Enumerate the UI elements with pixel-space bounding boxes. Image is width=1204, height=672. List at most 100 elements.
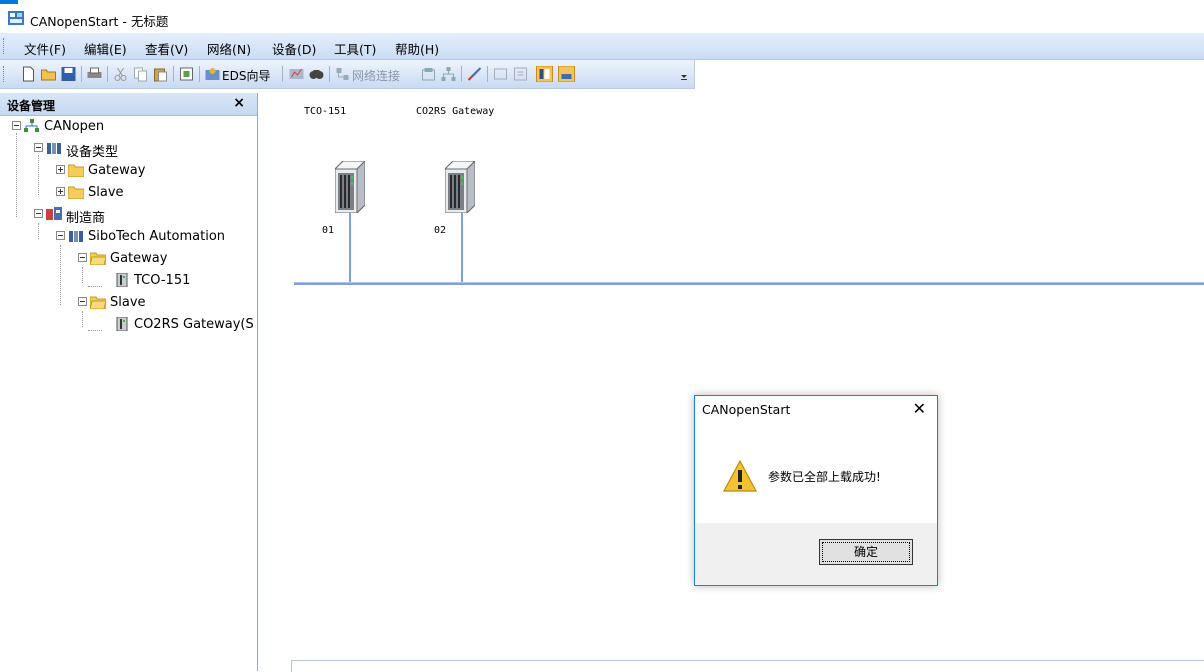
open-folder-icon[interactable] xyxy=(40,66,57,82)
device-tree: CANopen 设备类型 Gateway Slave 制造商 SiboTech … xyxy=(0,115,257,671)
warning-icon xyxy=(723,460,757,492)
device-module-icon xyxy=(116,273,128,287)
can-bus-line xyxy=(294,282,1204,285)
bus-drop-line xyxy=(349,213,351,282)
folder-icon xyxy=(68,164,84,177)
tree-connector xyxy=(16,133,17,217)
toolbar-separator xyxy=(461,66,462,82)
paste-icon[interactable] xyxy=(152,66,169,82)
tree-connector xyxy=(38,223,39,239)
dialog-body: 参数已全部上载成功! xyxy=(695,427,937,523)
toolbar-separator xyxy=(329,66,330,82)
menu-edit[interactable]: 编辑(E) xyxy=(84,39,127,58)
scan-network-icon[interactable] xyxy=(288,66,305,82)
menu-tools[interactable]: 工具(T) xyxy=(334,39,376,58)
properties-icon[interactable] xyxy=(178,66,195,82)
menu-file[interactable]: 文件(F) xyxy=(24,39,66,58)
tree-label: SiboTech Automation xyxy=(88,229,226,244)
tree-label: CANopen xyxy=(44,119,105,134)
collapse-toggle[interactable] xyxy=(78,253,87,262)
menu-bar: 文件(F) 编辑(E) 查看(V) 网络(N) 设备(D) 工具(T) 帮助(H… xyxy=(0,33,1204,60)
network-root-icon xyxy=(24,119,39,132)
panel-close-button[interactable]: × xyxy=(233,95,245,111)
expand-toggle[interactable] xyxy=(56,187,65,196)
toolbar-separator xyxy=(282,66,283,82)
collapse-toggle[interactable] xyxy=(56,231,65,240)
tree-connector xyxy=(60,245,61,305)
manufacturer-icon xyxy=(46,207,62,220)
network-connect-icon[interactable] xyxy=(334,66,351,82)
window-title: CANopenStart - 无标题 xyxy=(30,14,169,29)
ok-button-label: 确定 xyxy=(822,542,910,562)
collapse-toggle[interactable] xyxy=(78,297,87,306)
toolbar-separator xyxy=(107,66,108,82)
bus-drop-line xyxy=(461,213,463,282)
view-panel-icon[interactable] xyxy=(536,66,553,82)
find-icon[interactable] xyxy=(308,66,325,82)
dialog-footer: 确定 xyxy=(695,523,937,585)
toolbar-separator xyxy=(199,66,200,82)
tree-connector xyxy=(88,286,102,287)
dialog-message: 参数已全部上载成功! xyxy=(768,470,881,484)
collapse-toggle[interactable] xyxy=(12,121,21,130)
device-manager-panel: 设备管理 × CANopen 设备类型 Gateway Slave 制造商 Si… xyxy=(0,93,258,671)
app-icon xyxy=(8,11,24,25)
tree-connector xyxy=(38,155,39,195)
menu-device[interactable]: 设备(D) xyxy=(272,39,316,58)
tree-label: 制造商 xyxy=(66,211,106,226)
device-address-label: 01 xyxy=(322,225,335,236)
eds-wizard-icon[interactable] xyxy=(204,66,221,82)
menu-help[interactable]: 帮助(H) xyxy=(395,39,439,58)
panel-header: 设备管理 × xyxy=(0,93,257,116)
monitor-icon[interactable] xyxy=(492,66,509,82)
device-types-icon xyxy=(47,143,61,154)
tools-icon[interactable] xyxy=(466,66,483,82)
config-icon[interactable] xyxy=(512,66,529,82)
open-folder-icon xyxy=(90,296,106,309)
output-pane xyxy=(291,660,1204,672)
message-dialog: CANopenStart ✕ 参数已全部上载成功! 确定 xyxy=(694,395,938,586)
disconnect-icon[interactable] xyxy=(420,66,437,82)
collapse-toggle[interactable] xyxy=(34,143,43,152)
dialog-title: CANopenStart xyxy=(702,402,791,417)
dialog-close-button[interactable]: ✕ xyxy=(913,399,926,418)
device-name-label: TCO-151 xyxy=(304,106,347,117)
menu-network[interactable]: 网络(N) xyxy=(207,39,251,58)
device-module-icon xyxy=(116,317,128,331)
save-icon[interactable] xyxy=(60,66,77,82)
expand-toggle[interactable] xyxy=(56,165,65,174)
tree-connector xyxy=(82,267,83,283)
print-icon[interactable] xyxy=(86,66,103,82)
tree-label: 设备类型 xyxy=(66,145,119,160)
cut-icon[interactable] xyxy=(112,66,129,82)
tree-label: TCO-151 xyxy=(134,273,191,288)
window-accent xyxy=(0,0,18,4)
toolbar-overflow-icon[interactable] xyxy=(680,66,688,82)
tree-label: Gateway xyxy=(110,251,168,266)
toolbar-separator xyxy=(81,66,82,82)
open-folder-icon xyxy=(90,252,106,265)
tree-label: Slave xyxy=(110,295,146,310)
folder-icon xyxy=(68,186,84,199)
tree-label: Slave xyxy=(88,185,124,200)
output-panel-icon[interactable] xyxy=(558,66,575,82)
eds-wizard-button[interactable]: EDS向导 xyxy=(222,67,270,84)
new-file-icon[interactable] xyxy=(20,66,37,82)
toolbar-grip[interactable] xyxy=(3,66,6,82)
panel-title: 设备管理 xyxy=(7,99,56,113)
menu-view[interactable]: 查看(V) xyxy=(145,39,188,58)
collapse-toggle[interactable] xyxy=(34,209,43,218)
tree-label: Gateway xyxy=(88,163,146,178)
network-tree-icon[interactable] xyxy=(440,66,457,82)
network-connect-button[interactable]: 网络连接 xyxy=(352,67,400,84)
device-address-label: 02 xyxy=(434,225,447,236)
ok-button[interactable]: 确定 xyxy=(819,539,913,565)
tree-connector xyxy=(82,311,83,327)
tree-label: CO2RS Gateway(S xyxy=(134,317,254,332)
copy-icon[interactable] xyxy=(132,66,149,82)
menu-grip[interactable] xyxy=(3,38,6,54)
title-bar: CANopenStart - 无标题 xyxy=(0,0,1204,33)
device-co2rs-icon[interactable] xyxy=(445,161,475,213)
toolbar: EDS向导 网络连接 xyxy=(0,60,695,89)
device-tco151-icon[interactable] xyxy=(335,161,365,213)
